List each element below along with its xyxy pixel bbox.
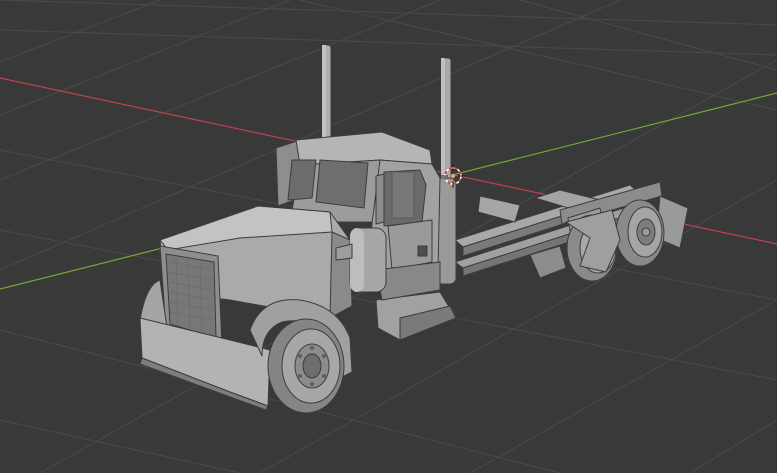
- viewport-canvas[interactable]: [0, 0, 777, 473]
- exhaust-stack-left: [321, 44, 332, 146]
- semi-truck-mesh[interactable]: [139, 44, 689, 414]
- side-mirror: [375, 173, 385, 225]
- 3d-viewport[interactable]: [0, 0, 777, 473]
- rear-wheel-back: [615, 199, 665, 267]
- front-wheel: [267, 318, 345, 414]
